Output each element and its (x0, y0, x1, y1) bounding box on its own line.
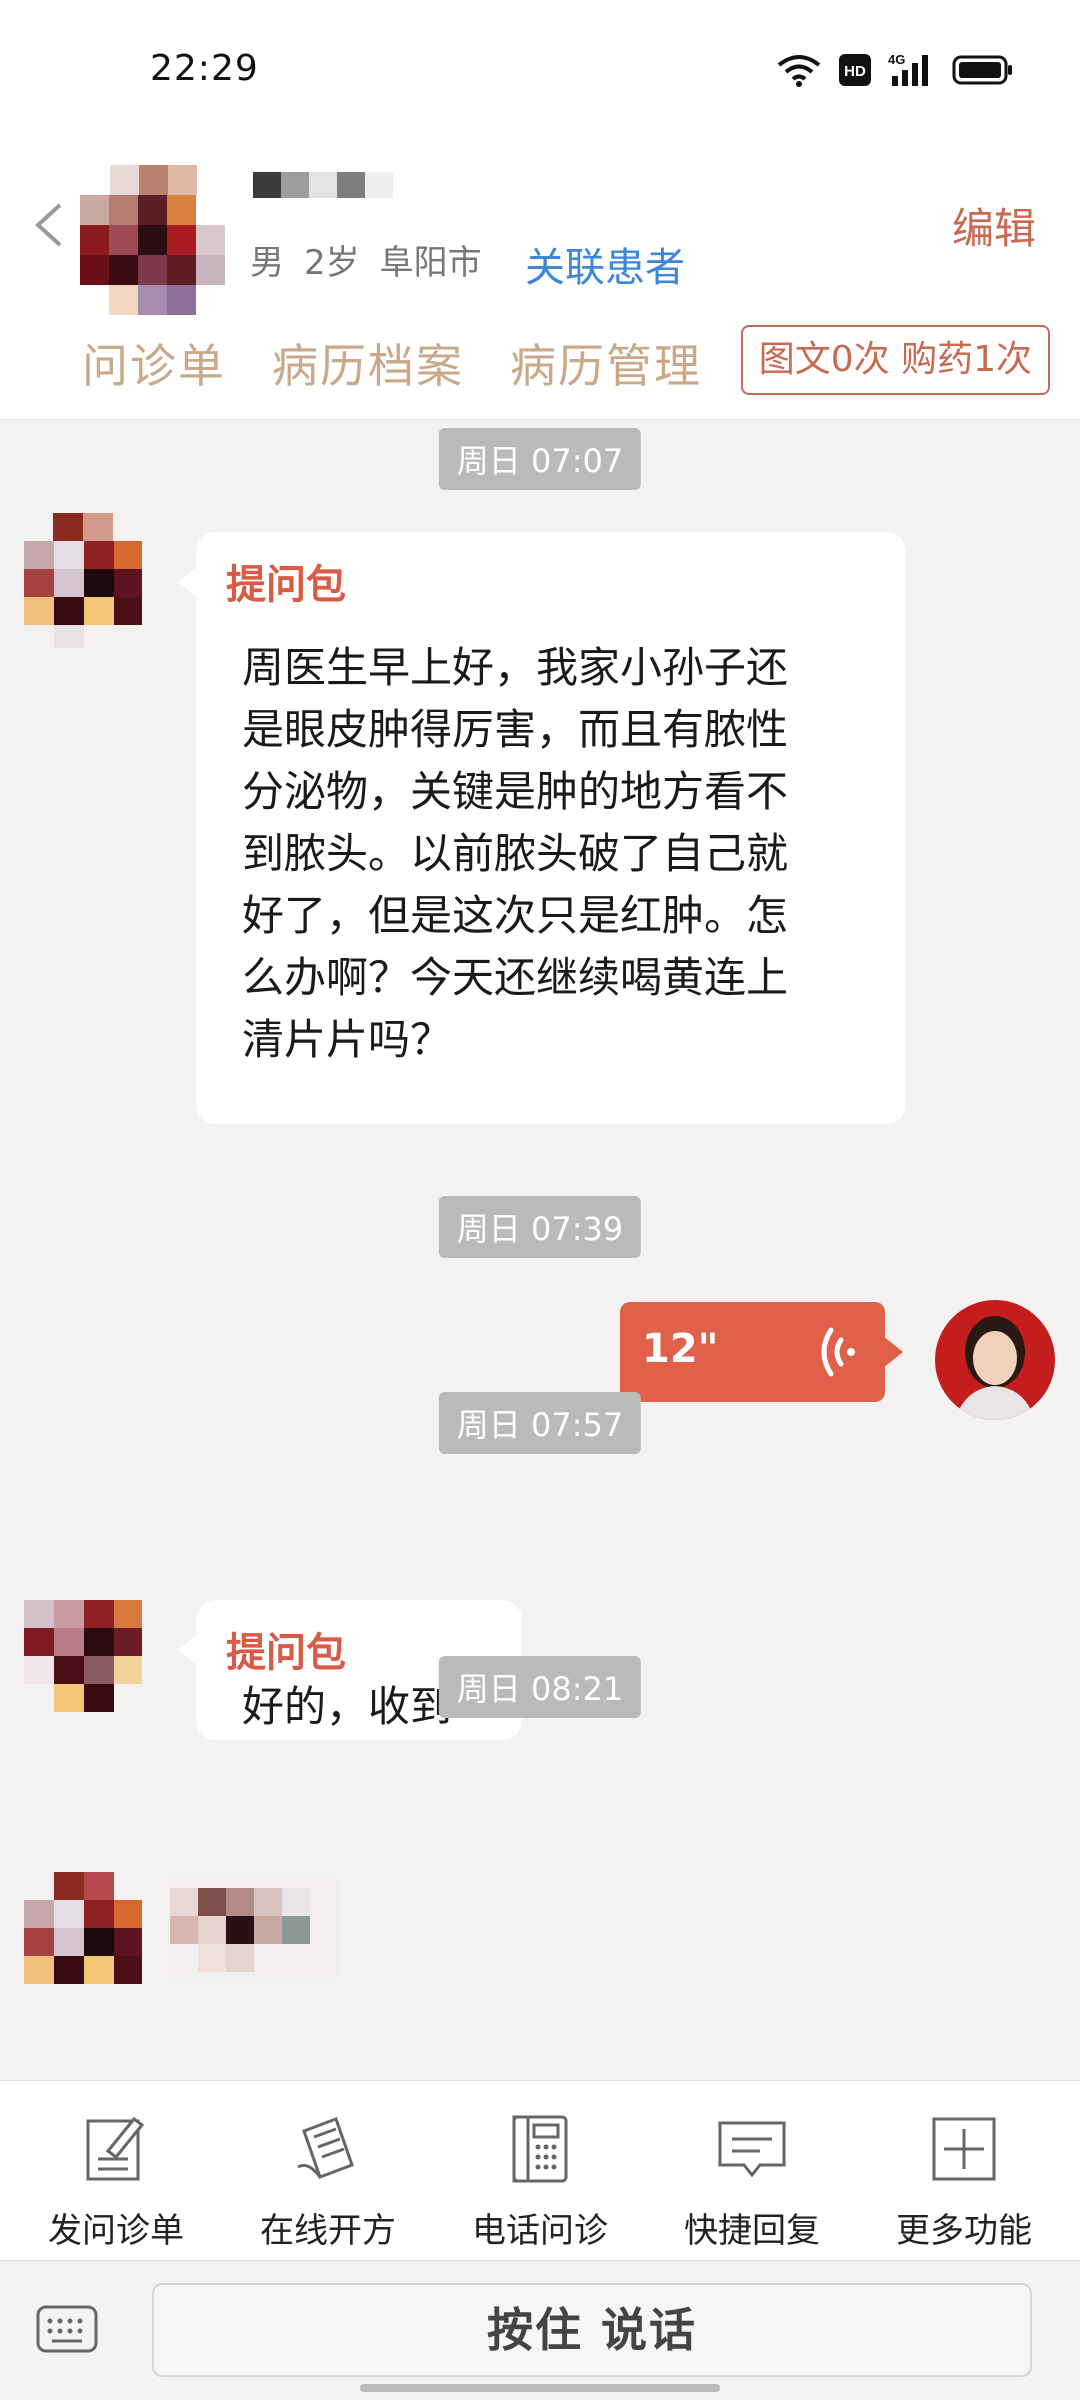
patient-message-avatar[interactable] (24, 513, 142, 648)
keyboard-icon[interactable] (36, 2301, 98, 2357)
patient-message-avatar[interactable] (24, 1872, 142, 2007)
patient-header: 男 2岁 阜阳市 关联患者 编辑 问诊单 病历档案 病历管理 图文0次 购药1次 (0, 135, 1080, 420)
plus-box-icon (932, 2117, 996, 2181)
service-quota-badge[interactable]: 图文0次 购药1次 (740, 325, 1050, 395)
status-bar: 22:29 HD 4G (0, 0, 1080, 135)
function-toolbar: 发问诊单 在线开方 电话问诊 快捷回复 更多功能 (0, 2080, 1080, 2260)
doctor-photo (935, 1300, 1055, 1420)
patient-gender: 男 (250, 243, 284, 283)
more-functions-button[interactable]: 更多功能 (864, 2111, 1064, 2252)
tab-record-management[interactable]: 病历管理 (510, 330, 702, 396)
question-package-tag: 提问包 (226, 562, 346, 608)
patient-info: 男 2岁 阜阳市 (250, 235, 502, 284)
hd-icon: HD (839, 54, 871, 86)
voice-message-bubble[interactable]: 12" (620, 1302, 903, 1402)
network-text: 4G (888, 52, 905, 67)
voice-wave-icon (821, 1327, 855, 1377)
patient-city: 阜阳市 (379, 243, 482, 283)
doctor-avatar[interactable] (935, 1300, 1055, 1420)
message-line: 到脓头。以前脓头破了自己就 (242, 829, 789, 878)
header-tabs: 问诊单 病历档案 病历管理 (82, 330, 702, 396)
message-timestamp: 周日 07:07 (438, 428, 642, 490)
battery-icon (952, 55, 1012, 85)
telephone-icon (512, 2115, 568, 2183)
patient-message-avatar[interactable] (24, 1600, 142, 1735)
chat-area[interactable]: 周日 07:07 提问包 周医生早上好，我家小孙子还 是眼皮肿得厉害，而且有脓性… (0, 420, 1080, 2080)
back-icon[interactable] (30, 195, 66, 255)
func-label: 电话问诊 (472, 2211, 608, 2251)
wifi-icon (777, 55, 821, 87)
tab-consultation-form[interactable]: 问诊单 (82, 330, 226, 396)
message-text: 周医生早上好，我家小孙子还 是眼皮肿得厉害，而且有脓性 分泌物，关键是肿的地方看… (242, 637, 788, 1071)
signal-icon: 4G (888, 52, 928, 86)
message-line: 清片片吗？ (242, 1015, 453, 1064)
patient-name-redacted (253, 172, 393, 198)
tab-medical-records[interactable]: 病历档案 (272, 330, 464, 396)
form-edit-icon (86, 2116, 145, 2181)
phone-consultation-button[interactable]: 电话问诊 (440, 2111, 640, 2252)
question-package-tag: 提问包 (226, 1630, 346, 1676)
home-indicator[interactable] (360, 2384, 720, 2392)
quick-reply-button[interactable]: 快捷回复 (652, 2111, 852, 2252)
image-thumbnail-redacted[interactable] (170, 1878, 340, 1978)
message-bubble[interactable]: 提问包 周医生早上好，我家小孙子还 是眼皮肿得厉害，而且有脓性 分泌物，关键是肿… (178, 532, 906, 1124)
online-prescription-button[interactable]: 在线开方 (228, 2111, 428, 2252)
edit-button[interactable]: 编辑 (952, 195, 1036, 256)
status-time: 22:29 (150, 48, 259, 89)
message-line: 么办啊？今天还继续喝黄连上 (242, 953, 789, 1002)
func-label: 快捷回复 (684, 2211, 820, 2251)
status-icons: HD 4G (776, 50, 1014, 90)
patient-age: 2岁 (304, 243, 360, 283)
func-label: 更多功能 (896, 2211, 1032, 2251)
message-text: 好的，收到 (242, 1682, 453, 1731)
hd-text: HD (844, 63, 866, 80)
message-timestamp: 周日 07:57 (438, 1392, 642, 1454)
message-timestamp: 周日 07:39 (438, 1196, 642, 1258)
voice-duration: 12" (642, 1326, 719, 1372)
func-label: 在线开方 (260, 2211, 396, 2251)
link-patient-button[interactable]: 关联患者 (525, 235, 685, 293)
chat-reply-icon (718, 2121, 786, 2178)
prescription-icon (297, 2117, 354, 2179)
patient-avatar[interactable] (80, 165, 225, 317)
message-line: 周医生早上好，我家小孙子还 (242, 643, 789, 692)
message-line: 好了，但是这次只是红肿。怎 (242, 891, 789, 940)
func-label: 发问诊单 (48, 2211, 184, 2251)
input-bar: 按住 说话 (0, 2260, 1080, 2400)
send-consultation-form-button[interactable]: 发问诊单 (16, 2111, 216, 2252)
message-timestamp: 周日 08:21 (438, 1656, 642, 1718)
message-line: 分泌物，关键是肿的地方看不 (242, 767, 789, 816)
hold-to-talk-button[interactable]: 按住 说话 (152, 2283, 1032, 2377)
message-line: 是眼皮肿得厉害，而且有脓性 (242, 705, 789, 754)
